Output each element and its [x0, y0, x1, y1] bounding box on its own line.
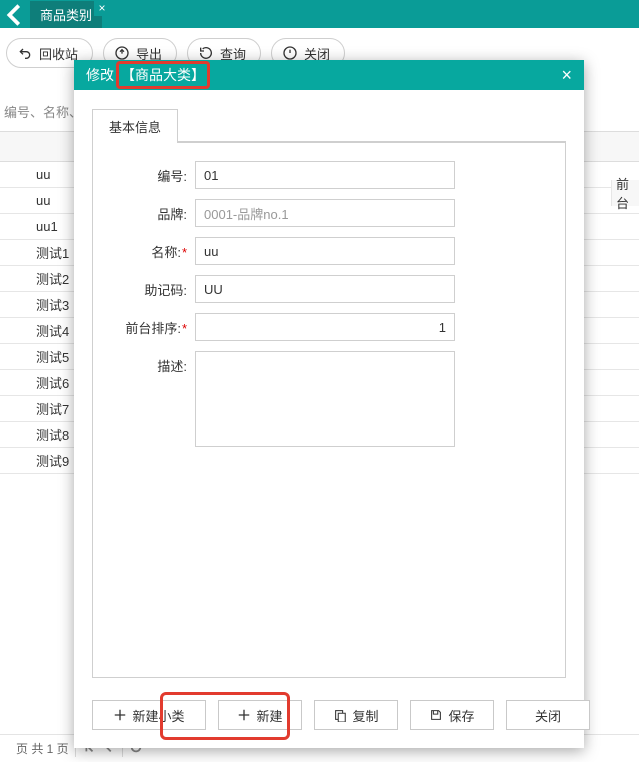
row-name-cell: 测试7 [0, 399, 69, 418]
power-icon [282, 45, 298, 61]
form-panel: 编号: 品牌: 名称:* 助记码: 前台排序:* 描述: [92, 142, 566, 678]
new-subcategory-button[interactable]: 新建小类 [92, 700, 206, 730]
save-icon [429, 708, 443, 722]
label-code: 编号: [109, 161, 195, 185]
row-name-cell: 测试5 [0, 347, 69, 366]
grid-header-front-sort: 前台 [611, 180, 639, 206]
tab-label: 商品类别 [40, 5, 92, 24]
dialog-header: 修改 【商品大类】 × [74, 60, 584, 90]
row-name-cell: 测试6 [0, 373, 69, 392]
row-name-cell: 测试3 [0, 295, 69, 314]
export-icon [114, 45, 130, 61]
mnemonic-field[interactable] [195, 275, 455, 303]
new-button[interactable]: 新建 [218, 700, 302, 730]
desc-field[interactable] [195, 351, 455, 447]
dialog-close-button[interactable]: 关闭 [506, 700, 590, 730]
row-name-cell: 测试2 [0, 269, 69, 288]
tab-basic-info[interactable]: 基本信息 [92, 109, 178, 143]
label-name: 名称:* [109, 237, 195, 261]
undo-icon [17, 45, 33, 61]
code-field[interactable] [195, 161, 455, 189]
tab-product-category[interactable]: 商品类别 × [30, 1, 102, 28]
brand-field[interactable] [195, 199, 455, 227]
tabstrip-scroll-left[interactable] [0, 1, 30, 28]
edit-category-dialog: 修改 【商品大类】 × 基本信息 编号: 品牌: 名称:* [74, 60, 584, 748]
row-name-cell: uu [0, 167, 50, 182]
plus-icon [113, 708, 127, 722]
front-sort-field[interactable] [195, 313, 455, 341]
recycle-bin-label: 回收站 [39, 44, 78, 63]
search-placeholder-fragment: 编号、名称、助 [0, 102, 74, 121]
label-mnemonic: 助记码: [109, 275, 195, 299]
row-name-cell: 测试8 [0, 425, 69, 444]
pager-text: 页 共 1 页 [16, 740, 69, 757]
label-desc: 描述: [109, 351, 195, 375]
tab-close-icon[interactable]: × [94, 0, 110, 16]
row-name-cell: 测试4 [0, 321, 69, 340]
app-tabstrip: 商品类别 × [0, 0, 639, 28]
label-front-sort: 前台排序:* [109, 313, 195, 337]
name-field[interactable] [195, 237, 455, 265]
dialog-title-highlight: 【商品大类】 [116, 61, 210, 89]
label-brand: 品牌: [109, 199, 195, 223]
plus-icon [237, 708, 251, 722]
refresh-icon [198, 45, 214, 61]
row-name-cell: uu [0, 193, 50, 208]
copy-button[interactable]: 复制 [314, 700, 398, 730]
dialog-body: 基本信息 编号: 品牌: 名称:* 助记码: 前台排序:* [74, 90, 584, 696]
row-name-cell: uu1 [0, 219, 58, 234]
save-button[interactable]: 保存 [410, 700, 494, 730]
row-name-cell: 测试1 [0, 243, 69, 262]
row-name-cell: 测试9 [0, 451, 69, 470]
dialog-footer: 新建小类 新建 复制 保存 关闭 [74, 696, 584, 748]
copy-icon [333, 708, 347, 722]
dialog-close-icon[interactable]: × [561, 65, 572, 86]
dialog-title-prefix: 修改 [86, 65, 114, 85]
